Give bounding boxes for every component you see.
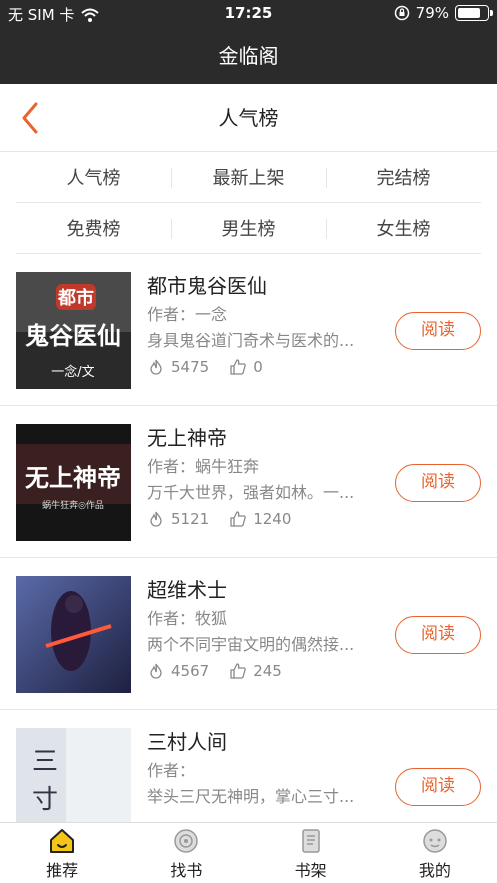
battery-percent: 79% [415,4,449,22]
cover-title-line: 无上神帝 [25,464,121,492]
book-title[interactable]: 无上神帝 [147,424,382,452]
cover-title-line: 鬼谷医仙 [25,322,121,350]
cover-image [16,576,131,693]
category-row: 人气榜 最新上架 完结榜 [16,152,481,203]
tab-recommend[interactable]: 推荐 [0,823,124,883]
tab-find-books[interactable]: 找书 [124,823,248,883]
book-description: 万千大世界，强者如林。一... [147,483,355,502]
cover-author-line: 蜗牛狂奔◎作品 [42,499,104,511]
book-cover[interactable]: 无上神帝 蜗牛狂奔◎作品 [16,424,131,541]
book-info: 三村人间 作者： 举头三尺无神明，掌心三寸... [147,728,382,808]
book-title[interactable]: 三村人间 [147,728,382,756]
like-count: 0 [253,358,263,376]
home-icon [50,829,75,853]
book-author: 作者：蜗牛狂奔 [147,457,260,476]
read-button[interactable]: 阅读 [395,464,481,502]
book-description: 举头三尺无神明，掌心三寸... [147,787,355,806]
category-female[interactable]: 女生榜 [326,215,481,241]
cover-image: 都市 鬼谷医仙 一念/文 [16,272,131,389]
category-grid: 人气榜 最新上架 完结榜 免费榜 男生榜 女生榜 [16,152,481,254]
book-item[interactable]: 超维术士 作者：牧狐 两个不同宇宙文明的偶然接... 4567 245 阅读 [0,558,497,710]
book-stats: 4567 245 [147,662,382,680]
book-cover[interactable]: 都市 鬼谷医仙 一念/文 [16,272,131,389]
thumbs-up-icon [230,511,247,527]
book-author: 作者： [147,761,196,780]
book-stats: 5475 0 [147,358,382,376]
category-male[interactable]: 男生榜 [171,215,326,241]
flame-icon [150,511,162,527]
cover-author-line: 一念/文 [51,364,94,380]
cover-title-line: 都市 [57,287,94,309]
book-list: 都市 鬼谷医仙 一念/文 都市鬼谷医仙 作者：一念 身具鬼谷道门奇术与医术的..… [0,254,497,822]
tab-mine[interactable]: 我的 [373,823,497,883]
read-button[interactable]: 阅读 [395,312,481,350]
tab-bookshelf[interactable]: 书架 [249,823,373,883]
book-title[interactable]: 超维术士 [147,576,382,604]
tab-bar: 推荐 找书 书架 我的 [0,822,497,883]
thumbs-up-icon [230,663,247,679]
category-free[interactable]: 免费榜 [16,215,171,241]
rotation-lock-icon [394,5,409,21]
book-info: 超维术士 作者：牧狐 两个不同宇宙文明的偶然接... 4567 245 [147,576,382,680]
tab-label: 我的 [418,861,451,880]
flame-icon [150,663,162,679]
category-row: 免费榜 男生榜 女生榜 [16,203,481,254]
book-cover[interactable] [16,576,131,693]
book-info: 都市鬼谷医仙 作者：一念 身具鬼谷道门奇术与医术的... 5475 0 [147,272,382,376]
tab-label: 书架 [294,861,327,880]
tab-label: 推荐 [46,861,79,880]
nav-bar: 人气榜 [0,84,497,152]
hot-count: 5475 [171,358,210,376]
book-title[interactable]: 都市鬼谷医仙 [147,272,382,300]
read-button[interactable]: 阅读 [395,616,481,654]
category-new[interactable]: 最新上架 [171,164,326,190]
book-cover[interactable]: 三 寸 [16,728,131,822]
battery-icon [455,5,493,21]
book-item[interactable]: 无上神帝 蜗牛狂奔◎作品 无上神帝 作者：蜗牛狂奔 万千大世界，强者如林。一..… [0,406,497,558]
profile-icon [423,829,447,853]
like-count: 1240 [253,510,292,528]
book-info: 无上神帝 作者：蜗牛狂奔 万千大世界，强者如林。一... 5121 1240 [147,424,382,528]
flame-icon [150,359,162,375]
cover-title-line: 三 [32,747,58,777]
cover-image: 无上神帝 蜗牛狂奔◎作品 [16,424,131,541]
book-description: 身具鬼谷道门奇术与医术的... [147,331,355,350]
hot-count: 5121 [171,510,210,528]
hot-count: 4567 [171,662,210,680]
thumbs-up-icon [230,359,247,375]
cover-image: 三 寸 [16,728,131,822]
cover-title-line: 寸 [32,785,58,815]
tab-label: 找书 [170,861,203,880]
book-icon [301,829,320,853]
book-author: 作者：牧狐 [147,609,228,628]
app-title: 金临阁 [0,28,497,84]
book-stats: 5121 1240 [147,510,382,528]
category-finished[interactable]: 完结榜 [326,164,481,190]
compass-icon [174,829,199,853]
category-popular[interactable]: 人气榜 [16,164,171,190]
book-author: 作者：一念 [147,305,228,324]
like-count: 245 [253,662,282,680]
read-button[interactable]: 阅读 [395,768,481,806]
battery-fill [458,8,481,18]
status-right: 79% [394,4,493,22]
book-item[interactable]: 都市 鬼谷医仙 一念/文 都市鬼谷医仙 作者：一念 身具鬼谷道门奇术与医术的..… [0,254,497,406]
book-item[interactable]: 三 寸 三村人间 作者： 举头三尺无神明，掌心三寸... 阅读 [0,710,497,822]
book-description: 两个不同宇宙文明的偶然接... [147,635,355,654]
page-title: 人气榜 [218,106,279,130]
status-bar: 无 SIM 卡 17:25 79% [0,0,497,28]
